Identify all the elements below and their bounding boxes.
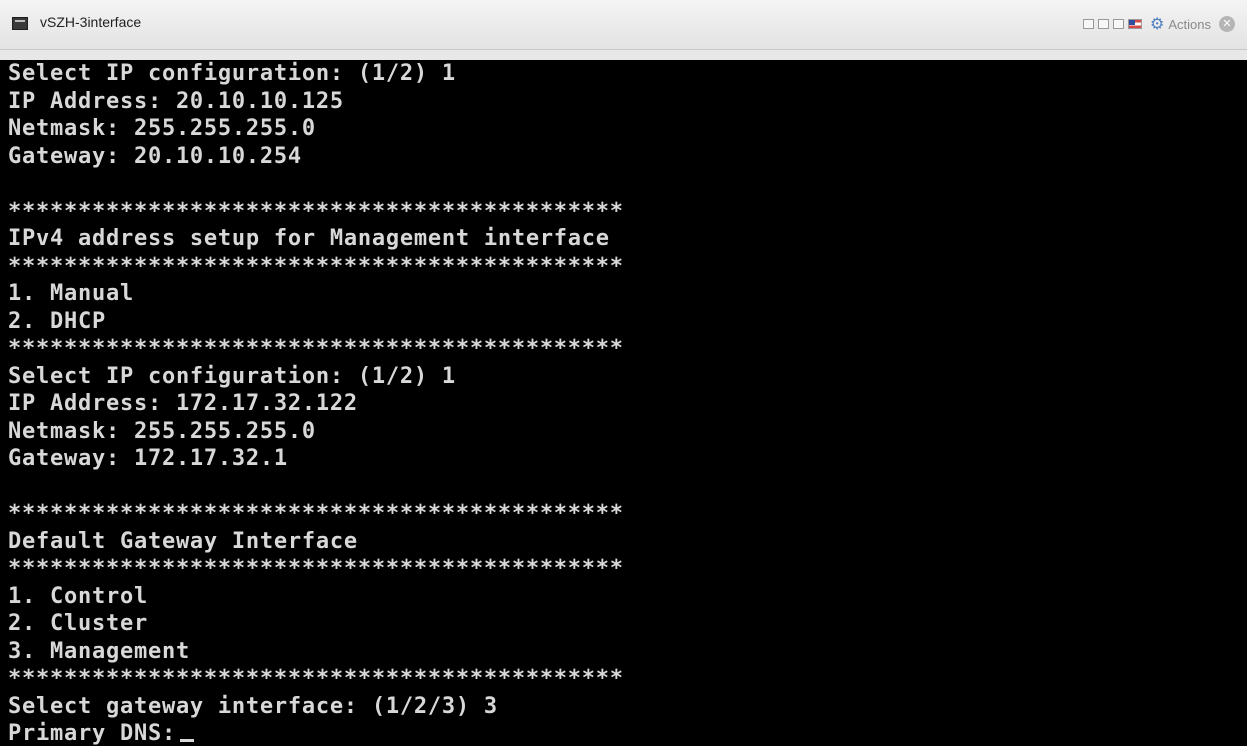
terminal-line: Select IP configuration: (1/2) 1 <box>8 363 456 389</box>
terminal-line: ****************************************… <box>8 198 624 224</box>
title-bar-divider <box>0 50 1247 60</box>
terminal-line: Default Gateway Interface <box>8 528 358 554</box>
terminal-line: IP Address: 172.17.32.122 <box>8 391 358 416</box>
window-title: vSZH-3interface <box>40 14 142 30</box>
actions-menu[interactable]: Actions <box>1168 17 1211 32</box>
terminal-line: Netmask: 255.255.255.0 <box>8 116 316 141</box>
terminal-line: 2. DHCP <box>8 308 106 334</box>
text-cursor <box>179 739 194 742</box>
terminal-line: ****************************************… <box>8 666 624 691</box>
gear-icon[interactable]: ⚙ <box>1150 14 1164 34</box>
terminal-line: Gateway: 20.10.10.254 <box>8 143 302 169</box>
close-icon[interactable]: ✕ <box>1219 16 1235 32</box>
console-window: vSZH-3interface ⚙ Actions ✕ Select IP co… <box>0 0 1247 746</box>
terminal-line: Select gateway interface: (1/2/3) 3 <box>8 693 498 719</box>
terminal-line: ****************************************… <box>8 253 624 279</box>
console-icon <box>12 17 28 30</box>
terminal-line: Netmask: 255.255.255.0 <box>8 418 316 444</box>
terminal-prompt-line[interactable]: Primary DNS: <box>8 720 1247 746</box>
terminal-line: 1. Control <box>8 583 148 609</box>
fullscreen-button[interactable] <box>1083 19 1095 29</box>
terminal-line: ****************************************… <box>8 556 624 581</box>
terminal-line: 3. Management <box>8 638 190 664</box>
title-toolbar: ⚙ Actions ✕ <box>1083 14 1235 34</box>
window-button[interactable] <box>1113 19 1125 29</box>
restore-button[interactable] <box>1098 19 1110 29</box>
terminal-line: 2. Cluster <box>8 611 148 636</box>
terminal-line: IPv4 address setup for Management interf… <box>8 226 610 251</box>
title-bar: vSZH-3interface ⚙ Actions ✕ <box>0 0 1247 50</box>
dns-prompt: Primary DNS: <box>8 721 176 746</box>
terminal-line: IP Address: 20.10.10.125 <box>8 88 344 114</box>
terminal-line: ****************************************… <box>8 336 624 361</box>
terminal-line: Gateway: 172.17.32.1 <box>8 446 288 471</box>
terminal-line: 1. Manual <box>8 281 134 306</box>
flag-icon[interactable] <box>1128 19 1143 29</box>
terminal-line: Select IP configuration: (1/2) 1 <box>8 61 456 86</box>
terminal-line: ****************************************… <box>8 501 624 526</box>
terminal-screen[interactable]: Select IP configuration: (1/2) 1 IP Addr… <box>0 60 1247 746</box>
